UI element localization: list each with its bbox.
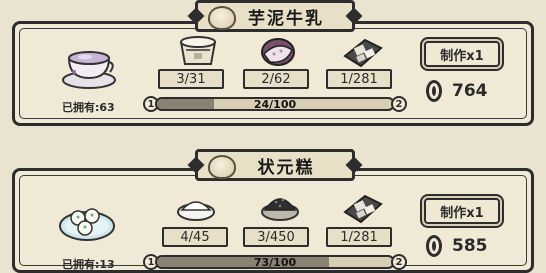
rice-cake-plate-icon — [59, 208, 115, 241]
coin-icon — [426, 235, 442, 257]
rice-flour-icon — [177, 201, 215, 221]
level-badge-next: 2 — [391, 96, 407, 112]
sugar-box-icon — [343, 194, 383, 224]
taro-milk-cup-icon — [62, 51, 116, 89]
coin-icon — [426, 80, 442, 102]
recipe-name: 状元糕 — [257, 157, 315, 178]
ingredient-count: 3/450 — [243, 227, 309, 247]
ingredient-count: 1/281 — [326, 69, 392, 89]
recipe-title-plate: 状元糕 — [187, 149, 363, 181]
craft-progress-bar: 73/100 — [155, 255, 395, 269]
price-value: 764 — [452, 81, 488, 101]
ingredient-count: 2/62 — [243, 69, 309, 89]
progress-text: 73/100 — [253, 255, 297, 269]
milk-bowl-icon — [179, 36, 217, 65]
ingredient-count: 3/31 — [158, 69, 224, 89]
progress-text: 24/100 — [253, 97, 297, 111]
craft-progress-bar: 24/100 — [155, 97, 395, 111]
level-badge-next: 2 — [391, 254, 407, 270]
recipe-name: 芋泥牛乳 — [248, 8, 324, 29]
taro-icon — [261, 38, 295, 66]
price-value: 585 — [452, 236, 488, 256]
recipe-title-plate: 芋泥牛乳 — [187, 0, 363, 32]
ingredient-count: 1/281 — [326, 227, 392, 247]
craft-button[interactable]: 制作x1 — [424, 198, 500, 224]
sugar-box-icon — [343, 38, 383, 68]
owned-count: 已拥有:63 — [62, 101, 115, 114]
pearl-ornament-icon — [208, 155, 236, 179]
pearl-ornament-icon — [208, 6, 236, 30]
ingredient-count: 4/45 — [162, 227, 228, 247]
owned-count: 已拥有:13 — [62, 258, 115, 271]
black-sesame-icon — [261, 198, 299, 221]
craft-button[interactable]: 制作x1 — [424, 41, 500, 67]
